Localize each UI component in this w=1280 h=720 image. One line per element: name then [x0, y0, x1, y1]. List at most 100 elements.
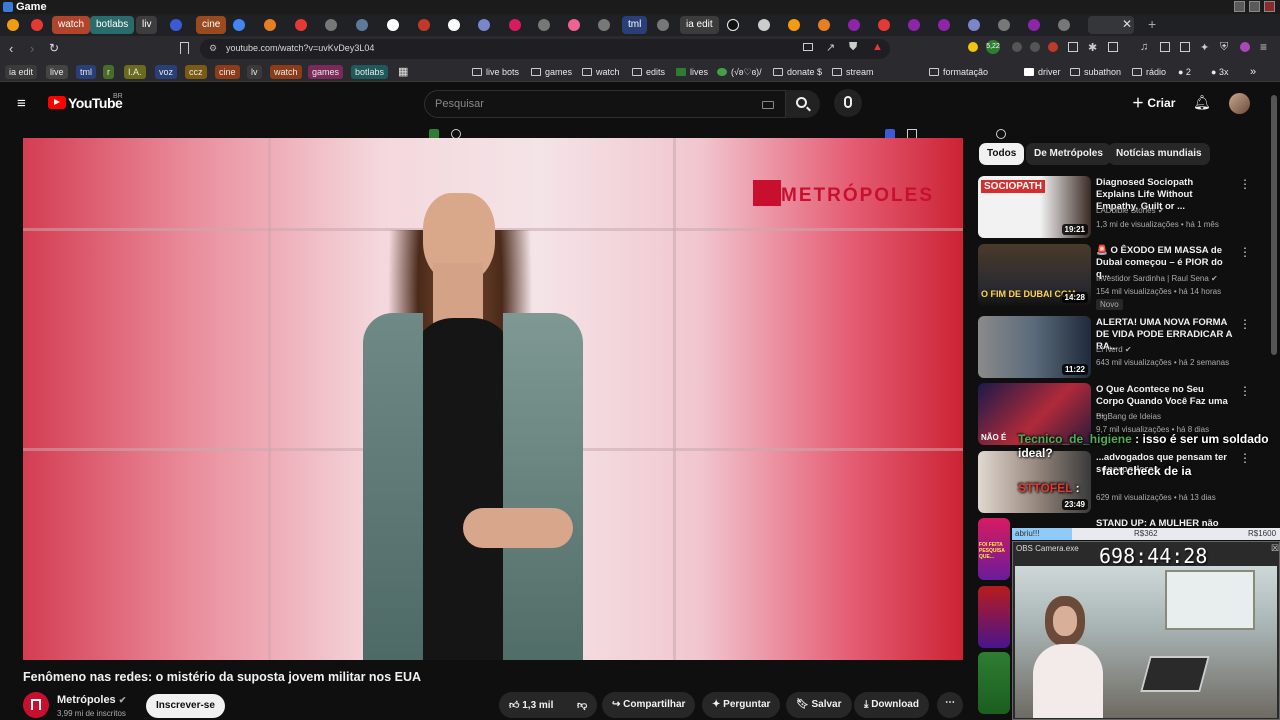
tab-icon[interactable]	[968, 19, 980, 31]
extension-icon[interactable]	[1108, 42, 1118, 52]
brave-rewards-icon[interactable]: ▲	[872, 41, 883, 53]
tab-icon[interactable]	[758, 19, 770, 31]
ask-button[interactable]: ✦ Perguntar	[702, 692, 781, 718]
tab-icon[interactable]	[264, 19, 276, 31]
bookmark-icon[interactable]: ● 2	[1178, 65, 1191, 79]
download-button[interactable]: ⤓ Download	[854, 692, 929, 718]
more-options-icon[interactable]: ⋮	[1239, 246, 1251, 258]
bookmark-folder-live-bots[interactable]: live bots	[472, 65, 519, 79]
subscribe-button[interactable]: Inscrever-se	[146, 694, 225, 718]
tab-icon[interactable]	[356, 19, 368, 31]
tab-icon[interactable]	[1028, 19, 1040, 31]
video-thumbnail[interactable]: SOCIOPATH 19:21	[978, 176, 1091, 238]
channel-name[interactable]: Metrópoles ✔	[57, 694, 126, 706]
wallet-icon[interactable]	[1180, 42, 1190, 52]
video-thumbnail[interactable]: 11:22	[978, 316, 1091, 378]
tab-ia-edit[interactable]: ia edit	[680, 16, 719, 34]
sidebar-icon[interactable]	[1160, 42, 1170, 52]
chip-noticias-mundiais[interactable]: Notícias mundiais	[1108, 143, 1210, 165]
tab-icon[interactable]	[568, 19, 580, 31]
leo-icon[interactable]: ✦	[1200, 41, 1209, 54]
tab-cine[interactable]: cine	[196, 16, 227, 34]
vpn-icon[interactable]: ⛨	[1220, 41, 1228, 54]
music-icon[interactable]: ♫	[1140, 41, 1148, 53]
bookmark-folder-edits[interactable]: edits	[632, 65, 665, 79]
tab-tml[interactable]: tml	[622, 16, 648, 34]
tab-icon[interactable]	[818, 19, 830, 31]
new-tab-icon[interactable]: +	[1148, 16, 1156, 32]
extension-icon[interactable]	[1048, 42, 1058, 52]
tab-icon[interactable]	[538, 19, 550, 31]
extension-icon[interactable]	[968, 42, 978, 52]
menu-icon[interactable]: ≡	[1260, 40, 1267, 54]
close-tab-icon[interactable]: ✕	[1122, 17, 1132, 31]
tab-icon[interactable]	[233, 19, 245, 31]
more-options-icon[interactable]: ⋮	[1239, 178, 1251, 190]
keyboard-icon[interactable]	[762, 101, 774, 109]
profile-icon[interactable]	[1240, 42, 1250, 52]
notifications-bell-icon[interactable]: 🔔︎	[1193, 94, 1211, 111]
chip-todos[interactable]: Todos	[979, 143, 1025, 165]
channel-name[interactable]: LADbible Stories ✔	[1096, 206, 1165, 215]
bookmark-page-icon[interactable]	[180, 42, 189, 54]
extension-icon[interactable]	[1068, 42, 1078, 52]
bookmark-driver[interactable]: driver	[1024, 65, 1061, 79]
tab-icon[interactable]	[31, 19, 43, 31]
tab-icon[interactable]	[170, 19, 182, 31]
shield-icon[interactable]: ⛊	[849, 41, 857, 54]
tab-icon[interactable]	[448, 19, 460, 31]
bookmark-folder-watch[interactable]: watch	[582, 65, 620, 79]
tab-icon[interactable]	[598, 19, 610, 31]
extension-badge-icon[interactable]: 5,22	[986, 40, 1000, 54]
video-player[interactable]: METRÓPOLES	[23, 138, 963, 660]
apps-grid-icon[interactable]: ▦	[398, 65, 408, 79]
channel-name[interactable]: Investidor Sardinha | Raul Sena ✔	[1096, 274, 1218, 283]
tab-botlabs[interactable]: botlabs	[90, 16, 135, 34]
bookmark-folder-formatacao[interactable]: formatação	[929, 65, 988, 79]
bookmark-chip[interactable]: ccz	[185, 65, 207, 79]
maximize-button[interactable]	[1249, 1, 1260, 12]
tab-icon[interactable]	[387, 19, 399, 31]
channel-avatar[interactable]	[23, 692, 49, 718]
extension-icon[interactable]	[1030, 42, 1040, 52]
search-button[interactable]	[786, 90, 820, 118]
bookmark-chip[interactable]: lv	[247, 65, 262, 79]
channel-name[interactable]: BigBang de Ideias	[1096, 412, 1161, 421]
back-icon[interactable]: ‹	[9, 41, 13, 56]
create-button[interactable]: ＋ Criar	[1132, 94, 1175, 111]
more-actions-icon[interactable]: ⋯	[937, 692, 963, 718]
tab-icon[interactable]	[7, 19, 19, 31]
share-button[interactable]: ↪ Compartilhar	[602, 692, 696, 718]
site-info-icon[interactable]: ⚙	[209, 43, 217, 54]
chip-de-metropoles[interactable]: De Metrópoles	[1026, 143, 1111, 165]
bookmark-3x[interactable]: ● 3x	[1211, 65, 1228, 79]
avatar[interactable]	[1229, 93, 1250, 114]
like-button[interactable]: 👍︎ 1,3 mil	[499, 692, 567, 718]
tab-icon[interactable]	[295, 19, 307, 31]
cast-icon[interactable]	[803, 43, 813, 51]
bookmark-chip[interactable]: cine	[215, 65, 240, 79]
bookmark-chip[interactable]: ia edit	[5, 65, 38, 79]
more-bookmarks-icon[interactable]: »	[1250, 65, 1256, 79]
tab-icon[interactable]	[848, 19, 860, 31]
bookmark-chip[interactable]: r	[103, 65, 114, 79]
bookmark-icon[interactable]	[996, 129, 1006, 139]
bookmark-folder-radio[interactable]: rádio	[1132, 65, 1166, 79]
scrollbar-thumb[interactable]	[1271, 95, 1277, 355]
voice-search-button[interactable]	[834, 89, 862, 117]
bookmark-folder-subathon[interactable]: subathon	[1070, 65, 1121, 79]
bookmark-chip[interactable]: live	[46, 65, 68, 79]
bookmark-chip[interactable]: I.A.	[124, 65, 146, 79]
tab-icon[interactable]	[998, 19, 1010, 31]
forward-icon[interactable]: ›	[30, 41, 34, 56]
bookmark-folder-donate[interactable]: donate $	[773, 65, 822, 79]
tab-icon[interactable]	[1058, 19, 1070, 31]
dislike-button[interactable]: 👎︎	[567, 692, 597, 718]
tab-icon[interactable]	[938, 19, 950, 31]
tab-icon[interactable]	[418, 19, 430, 31]
video-thumbnail[interactable]	[978, 586, 1010, 648]
bookmark-folder-games[interactable]: games	[531, 65, 572, 79]
channel-name[interactable]: El Nerd ✔	[1096, 345, 1132, 354]
bookmark-kaomoji[interactable]: (√ʚ♡ɞ)/	[717, 65, 762, 79]
extension-icon[interactable]	[1012, 42, 1022, 52]
